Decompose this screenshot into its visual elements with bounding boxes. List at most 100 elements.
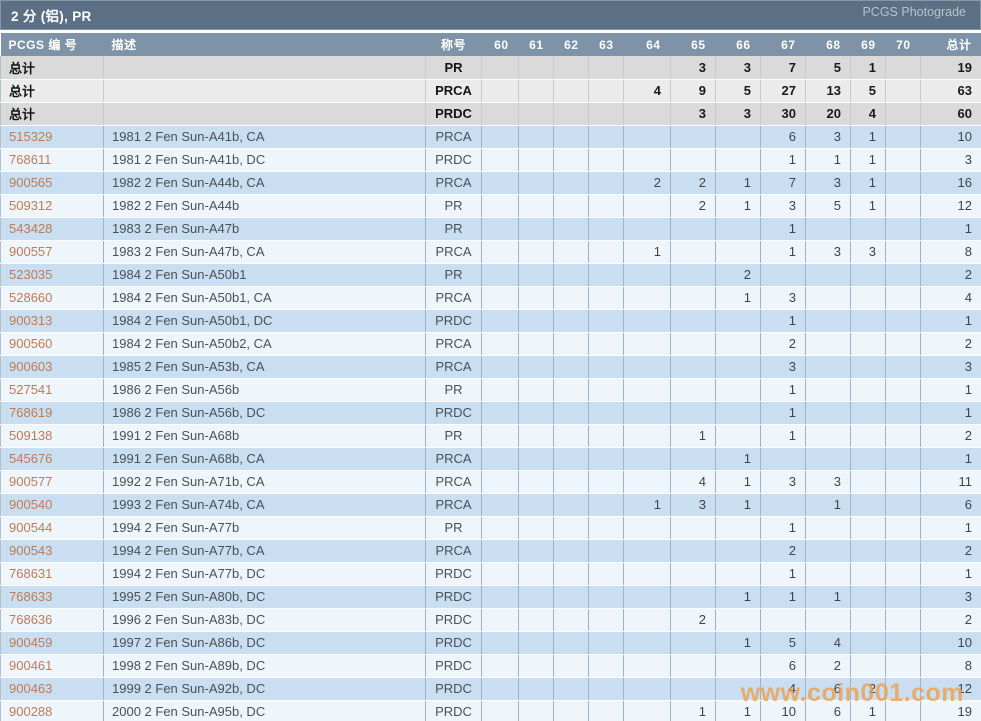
coin-description: 1991 2 Fen Sun-A68b, CA	[103, 447, 426, 471]
table-row: 900565 1982 2 Fen Sun-A44b, CA PRCA 2 2 1 7 3 1 1…	[0, 171, 981, 195]
grade-63-count	[588, 470, 624, 494]
table-row: 515329 1981 2 Fen Sun-A41b, CA PRCA 6 3 1 10	[0, 125, 981, 149]
grade-66-count: 1	[715, 286, 761, 310]
pcgs-number-link[interactable]: 768636	[0, 608, 104, 632]
pcgs-number-link[interactable]: 515329	[0, 125, 104, 149]
designation: PRCA	[425, 493, 482, 517]
grade-60-count	[481, 562, 519, 586]
grade-61-count	[518, 539, 554, 563]
pcgs-number-link[interactable]: 900557	[0, 240, 104, 264]
pcgs-number-link[interactable]: 900288	[0, 700, 104, 721]
grade-69-count: 2	[850, 677, 886, 701]
grade-63-count	[588, 355, 624, 379]
designation: PRDC	[425, 401, 482, 425]
pcgs-number-link[interactable]: 768611	[0, 148, 104, 172]
grade-66-count	[715, 217, 761, 241]
pcgs-number-link[interactable]: 509138	[0, 424, 104, 448]
pcgs-number-link[interactable]: 527541	[0, 378, 104, 402]
grade-64-count	[623, 424, 671, 448]
grade-60-count	[481, 56, 519, 80]
grade-64-count	[623, 125, 671, 149]
grade-69-count	[850, 608, 886, 632]
grade-63-count	[588, 631, 624, 655]
grade-60-count	[481, 355, 519, 379]
pcgs-number-link[interactable]: 768633	[0, 585, 104, 609]
designation: PRCA	[425, 355, 482, 379]
designation: PRCA	[425, 470, 482, 494]
grade-67-count	[760, 263, 806, 287]
designation: PRCA	[425, 539, 482, 563]
pcgs-number-link[interactable]: 768631	[0, 562, 104, 586]
table-row: 527541 1986 2 Fen Sun-A56b PR 1 1	[0, 378, 981, 402]
grade-62-count	[553, 585, 589, 609]
pcgs-number-link[interactable]: 900560	[0, 332, 104, 356]
grade-60-count	[481, 493, 519, 517]
pcgs-number-link[interactable]: 900540	[0, 493, 104, 517]
grade-69-count	[850, 516, 886, 540]
pcgs-photograde-label[interactable]: PCGS Photograde	[862, 5, 966, 19]
col-header-grade-68: 68	[805, 33, 851, 56]
grade-61-count	[518, 102, 554, 126]
grade-60-count	[481, 700, 519, 721]
grade-66-count: 1	[715, 631, 761, 655]
grade-61-count	[518, 562, 554, 586]
grade-62-count	[553, 355, 589, 379]
coin-description: 1995 2 Fen Sun-A80b, DC	[103, 585, 426, 609]
row-total: 10	[920, 631, 981, 655]
grade-67-count: 1	[760, 424, 806, 448]
grade-68-count	[805, 309, 851, 333]
grade-69-count: 4	[850, 102, 886, 126]
grade-66-count: 1	[715, 194, 761, 218]
grade-60-count	[481, 654, 519, 678]
grade-69-count	[850, 447, 886, 471]
table-row: 768636 1996 2 Fen Sun-A83b, DC PRDC 2 2	[0, 608, 981, 632]
grade-63-count	[588, 493, 624, 517]
pcgs-number-link[interactable]: 900565	[0, 171, 104, 195]
grade-64-count	[623, 378, 671, 402]
pcgs-number-link[interactable]: 768619	[0, 401, 104, 425]
grade-64-count	[623, 654, 671, 678]
pcgs-number-link[interactable]: 900461	[0, 654, 104, 678]
grade-61-count	[518, 332, 554, 356]
designation: PR	[425, 194, 482, 218]
grade-64-count	[623, 539, 671, 563]
grade-61-count	[518, 516, 554, 540]
grade-61-count	[518, 286, 554, 310]
pcgs-number-link[interactable]: 900577	[0, 470, 104, 494]
pcgs-number-link[interactable]: 900459	[0, 631, 104, 655]
grade-65-count: 9	[670, 79, 716, 103]
pcgs-number-link[interactable]: 900544	[0, 516, 104, 540]
grade-66-count	[715, 608, 761, 632]
grade-68-count: 4	[805, 631, 851, 655]
pcgs-number-link[interactable]: 545676	[0, 447, 104, 471]
pcgs-number-link[interactable]: 528660	[0, 286, 104, 310]
grade-69-count: 1	[850, 148, 886, 172]
grade-60-count	[481, 631, 519, 655]
grade-64-count	[623, 677, 671, 701]
grade-60-count	[481, 263, 519, 287]
pcgs-number-link[interactable]: 900603	[0, 355, 104, 379]
grade-61-count	[518, 148, 554, 172]
grade-60-count	[481, 677, 519, 701]
pcgs-number-link[interactable]: 900543	[0, 539, 104, 563]
grade-62-count	[553, 125, 589, 149]
pcgs-number-link[interactable]: 900463	[0, 677, 104, 701]
col-header-grade-65: 65	[670, 33, 716, 56]
designation: PRCA	[425, 286, 482, 310]
pcgs-number-link[interactable]: 509312	[0, 194, 104, 218]
pcgs-number-link[interactable]: 543428	[0, 217, 104, 241]
table-row: 900603 1985 2 Fen Sun-A53b, CA PRCA 3 3	[0, 355, 981, 379]
grade-70-count	[885, 148, 921, 172]
pcgs-number-link[interactable]: 523035	[0, 263, 104, 287]
grade-61-count	[518, 240, 554, 264]
population-table: PCGS 编 号 描述 称号 60 61 62 63 64 65 66 67 6…	[0, 33, 981, 721]
row-total: 8	[920, 654, 981, 678]
pcgs-number-link[interactable]: 900313	[0, 309, 104, 333]
grade-70-count	[885, 102, 921, 126]
grade-61-count	[518, 56, 554, 80]
grade-70-count	[885, 240, 921, 264]
grade-67-count: 1	[760, 309, 806, 333]
grade-63-count	[588, 700, 624, 721]
grade-65-count	[670, 125, 716, 149]
grade-64-count: 1	[623, 493, 671, 517]
